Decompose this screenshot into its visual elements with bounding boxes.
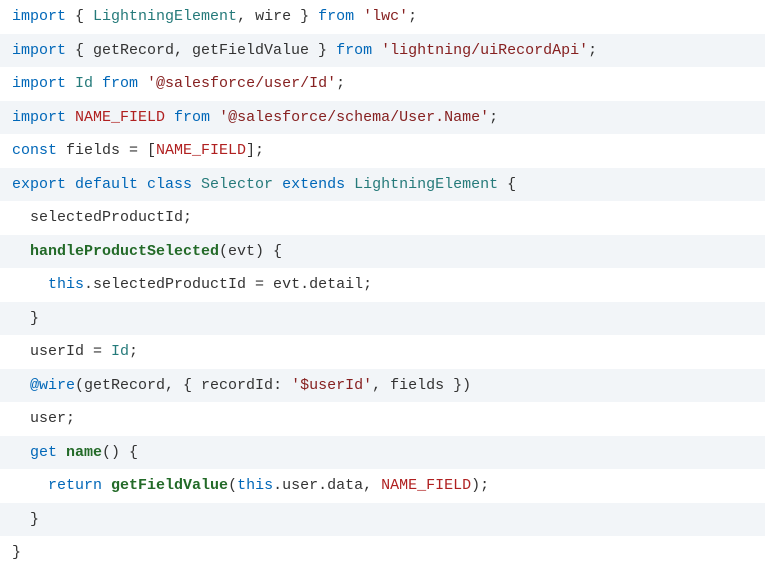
code-token: LightningElement xyxy=(93,8,237,25)
code-token: from xyxy=(336,42,381,59)
code-token: LightningElement xyxy=(354,176,507,193)
code-token: ( xyxy=(228,477,237,494)
code-token: export xyxy=(12,176,75,193)
code-token: Id xyxy=(111,343,129,360)
code-token: (evt) { xyxy=(219,243,282,260)
code-token: } xyxy=(30,310,39,327)
code-line: } xyxy=(0,503,765,537)
code-line: import Id from '@salesforce/user/Id'; xyxy=(0,67,765,101)
code-token: .user.data, xyxy=(273,477,381,494)
code-token: { xyxy=(75,8,93,25)
code-token: ; xyxy=(336,75,345,92)
code-line: selectedProductId; xyxy=(0,201,765,235)
code-token: import xyxy=(12,8,75,25)
code-token: .selectedProductId = evt.detail; xyxy=(84,276,372,293)
code-token: user; xyxy=(30,410,75,427)
code-token: from xyxy=(174,109,219,126)
code-token: Id xyxy=(75,75,102,92)
code-token: '@salesforce/user/Id' xyxy=(147,75,336,92)
code-line: get name() { xyxy=(0,436,765,470)
code-token: { xyxy=(507,176,516,193)
code-block: import { LightningElement, wire } from '… xyxy=(0,0,765,570)
code-token: from xyxy=(318,8,363,25)
code-line: handleProductSelected(evt) { xyxy=(0,235,765,269)
code-token: , fields }) xyxy=(372,377,471,394)
code-token: NAME_FIELD xyxy=(75,109,174,126)
code-line: user; xyxy=(0,402,765,436)
code-token: ; xyxy=(588,42,597,59)
code-token: return xyxy=(48,477,111,494)
code-line: export default class Selector extends Li… xyxy=(0,168,765,202)
code-token: { getRecord, getFieldValue } xyxy=(75,42,336,59)
code-token: } xyxy=(30,511,39,528)
code-token: default xyxy=(75,176,147,193)
code-line: return getFieldValue(this.user.data, NAM… xyxy=(0,469,765,503)
code-line: import { getRecord, getFieldValue } from… xyxy=(0,34,765,68)
code-token: () { xyxy=(102,444,138,461)
code-token: this xyxy=(237,477,273,494)
code-token: ; xyxy=(489,109,498,126)
code-token: import xyxy=(12,75,75,92)
code-token: (getRecord, { recordId: xyxy=(75,377,291,394)
code-token: '$userId' xyxy=(291,377,372,394)
code-token: name xyxy=(66,444,102,461)
code-token: const xyxy=(12,142,66,159)
code-line: userId = Id; xyxy=(0,335,765,369)
code-token: , wire } xyxy=(237,8,318,25)
code-token: from xyxy=(102,75,147,92)
code-line: } xyxy=(0,536,765,570)
code-token: handleProductSelected xyxy=(30,243,219,260)
code-token: getFieldValue xyxy=(111,477,228,494)
code-token: ; xyxy=(408,8,417,25)
code-token: 'lwc' xyxy=(363,8,408,25)
code-line: import { LightningElement, wire } from '… xyxy=(0,0,765,34)
code-line: } xyxy=(0,302,765,336)
code-line: import NAME_FIELD from '@salesforce/sche… xyxy=(0,101,765,135)
code-line: const fields = [NAME_FIELD]; xyxy=(0,134,765,168)
code-token: NAME_FIELD xyxy=(381,477,471,494)
code-token: ); xyxy=(471,477,489,494)
code-token: extends xyxy=(282,176,354,193)
code-token: userId = xyxy=(30,343,111,360)
code-token: ]; xyxy=(246,142,264,159)
code-token: NAME_FIELD xyxy=(156,142,246,159)
code-token: this xyxy=(48,276,84,293)
code-token: selectedProductId; xyxy=(30,209,192,226)
code-line: this.selectedProductId = evt.detail; xyxy=(0,268,765,302)
code-token: class xyxy=(147,176,201,193)
code-token: @wire xyxy=(30,377,75,394)
code-token: import xyxy=(12,42,75,59)
code-token: } xyxy=(12,544,21,561)
code-token: Selector xyxy=(201,176,282,193)
code-token: ; xyxy=(129,343,138,360)
code-token: 'lightning/uiRecordApi' xyxy=(381,42,588,59)
code-token: '@salesforce/schema/User.Name' xyxy=(219,109,489,126)
code-token: fields = [ xyxy=(66,142,156,159)
code-line: @wire(getRecord, { recordId: '$userId', … xyxy=(0,369,765,403)
code-token: get xyxy=(30,444,66,461)
code-token: import xyxy=(12,109,75,126)
